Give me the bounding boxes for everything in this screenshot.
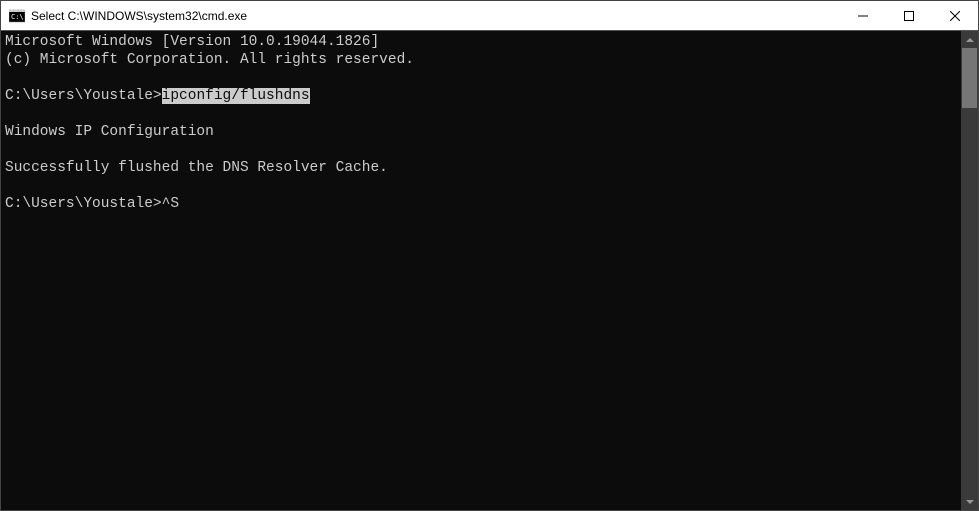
minimize-icon xyxy=(858,11,868,21)
prompt-line-1: C:\Users\Youstale>ipconfig/flushdns xyxy=(5,87,957,105)
cmd-icon: C:\ xyxy=(9,8,25,24)
prompt-line-2: C:\Users\Youstale>^S xyxy=(5,195,957,213)
prompt-prefix: C:\Users\Youstale> xyxy=(5,88,162,104)
selected-command: ipconfig/flushdns xyxy=(162,88,310,104)
scroll-thumb[interactable] xyxy=(962,48,977,108)
chevron-down-icon xyxy=(966,500,974,504)
terminal-output[interactable]: Microsoft Windows [Version 10.0.19044.18… xyxy=(1,31,961,510)
maximize-button[interactable] xyxy=(886,1,932,30)
blank-line xyxy=(5,105,957,123)
vertical-scrollbar[interactable] xyxy=(961,31,978,510)
prompt-prefix: C:\Users\Youstale> xyxy=(5,196,162,212)
close-icon xyxy=(950,11,960,21)
maximize-icon xyxy=(904,11,914,21)
svg-text:C:\: C:\ xyxy=(11,13,24,21)
chevron-up-icon xyxy=(966,38,974,42)
blank-line xyxy=(5,69,957,87)
output-header: Windows IP Configuration xyxy=(5,123,957,141)
version-line: Microsoft Windows [Version 10.0.19044.18… xyxy=(5,33,957,51)
output-result: Successfully flushed the DNS Resolver Ca… xyxy=(5,159,957,177)
blank-line xyxy=(5,177,957,195)
terminal-container: Microsoft Windows [Version 10.0.19044.18… xyxy=(1,31,978,510)
window-titlebar: C:\ Select C:\WINDOWS\system32\cmd.exe xyxy=(1,1,978,31)
close-button[interactable] xyxy=(932,1,978,30)
window-controls xyxy=(840,1,978,30)
blank-line xyxy=(5,141,957,159)
current-input: ^S xyxy=(162,196,179,212)
minimize-button[interactable] xyxy=(840,1,886,30)
scroll-down-arrow[interactable] xyxy=(961,493,978,510)
scroll-up-arrow[interactable] xyxy=(961,31,978,48)
copyright-line: (c) Microsoft Corporation. All rights re… xyxy=(5,51,957,69)
window-title: Select C:\WINDOWS\system32\cmd.exe xyxy=(31,9,840,23)
